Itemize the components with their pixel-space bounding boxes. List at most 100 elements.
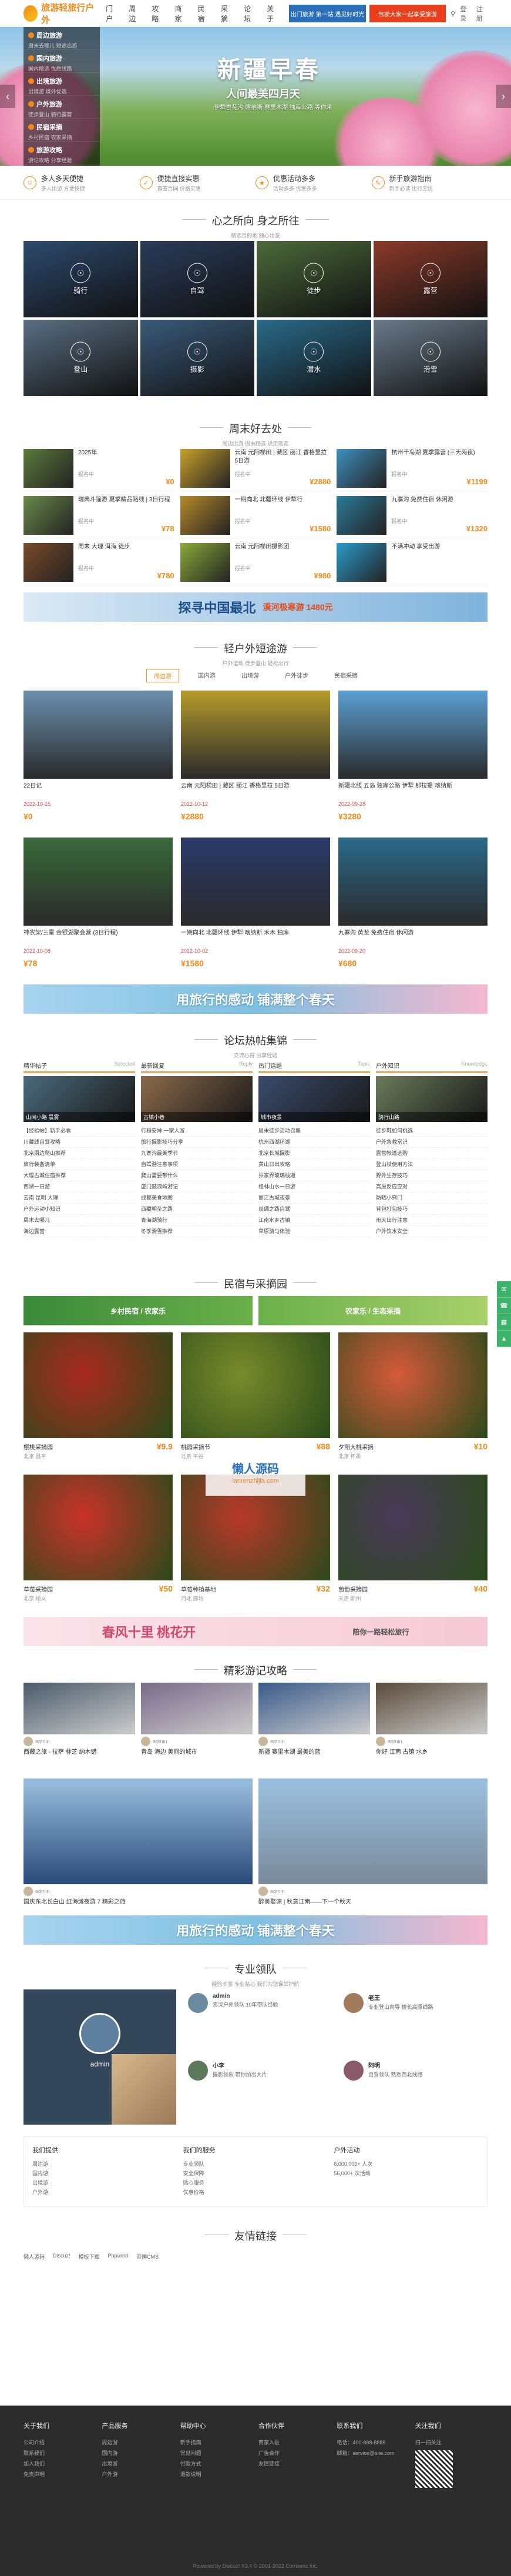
farm-category[interactable]: 农家乐 / 生态采摘 [258,1296,488,1325]
nav-item[interactable]: 论坛 [244,4,256,24]
footer-link[interactable]: 付款方式 [180,2458,253,2469]
header-ad-1[interactable]: 出门旅游 第一站 遇见好时光 [289,5,366,22]
destination-card[interactable]: ☉ 自驾 [140,241,254,317]
tab[interactable]: 户外徒步 [278,669,315,682]
route-card[interactable]: 九寨沟 黄龙 免费住宿 休闲游 2022-09-20 ¥680 [338,838,488,977]
sidebar-item[interactable]: 国内旅游 国内精选 优质线路 [23,50,100,73]
forum-thread[interactable]: 黄山日出攻略 [258,1159,370,1170]
route-card[interactable]: 神农架/三星 金银湖聚会营 (3日行程) 2022-10-08 ¥78 [23,838,173,977]
footer-link[interactable]: 国内游 [102,2448,174,2458]
service-item[interactable]: 安全保障 [183,2169,328,2178]
weekend-item[interactable]: 杭州千岛湖 夏季露营 (三天两夜) 报名中 ¥1199 [337,449,488,491]
service-item[interactable]: 户外游 [32,2188,177,2197]
prev-arrow-icon[interactable]: ‹ [0,85,15,108]
promo-banner[interactable]: 用旅行的感动 铺满整个春天 [23,1915,488,1945]
footer-link[interactable]: 户外游 [102,2469,174,2480]
qrcode-icon[interactable]: ▦ [497,1314,511,1331]
next-arrow-icon[interactable]: › [496,85,511,108]
footer-link[interactable]: 加入我们 [23,2458,96,2469]
forum-thread[interactable]: 海边露营 [23,1226,135,1237]
footer-link[interactable]: 出境游 [102,2458,174,2469]
forum-thread[interactable]: 户外运动小知识 [23,1204,135,1215]
tab[interactable]: 民宿采摘 [327,669,365,682]
nav-item[interactable]: 民宿 [198,4,210,24]
weekend-item[interactable]: 一期向北 北疆环线 伊犁行 报名中 ¥1580 [180,496,331,538]
leader-card[interactable]: 阿明 自驾领队 熟悉西北线路 [344,2061,488,2125]
friend-link[interactable]: 模板下载 [79,2253,100,2260]
chat-icon[interactable]: ✉ [497,1281,511,1298]
route-card[interactable]: 一期向北 北疆环线 伊犁 喀纳斯 禾木 独库 2022-10-02 ¥1580 [181,838,330,977]
forum-thread[interactable]: 【经验帖】新手必看 [23,1125,135,1137]
forum-thread[interactable]: 西藏朝圣之路 [141,1204,253,1215]
forum-thread[interactable]: 丝绸之路自驾 [258,1204,370,1215]
forum-thread[interactable]: 北京周边爬山推荐 [23,1148,135,1159]
leader-card[interactable]: 小李 摄影领队 带你拍出大片 [188,2061,332,2125]
footer-link[interactable]: 广告合作 [258,2448,331,2458]
sidebar-item[interactable]: 出境旅游 出境游 境外优选 [23,73,100,96]
sidebar-item[interactable]: 周边旅游 周末去哪儿 短途出游 [23,27,100,50]
forum-thread[interactable]: 桂林山水一日游 [258,1181,370,1192]
farm-card[interactable]: 樱桃采摘园 ¥9.9 北京 昌平 [23,1332,173,1468]
sidebar-item[interactable]: 户外旅游 徒步登山 骑行露营 [23,96,100,119]
nav-item[interactable]: 关于 [267,4,279,24]
forum-thread[interactable]: 雨天出行注意 [376,1215,488,1226]
hero-banner[interactable]: 新疆早春 人间最美四月天 伊犁杏花沟 喀纳斯 赛里木湖 独库公路 等你来 周边旅… [0,27,511,166]
destination-card[interactable]: ☉ 徒步 [257,241,371,317]
forum-thread[interactable]: 北京长城摄影 [258,1148,370,1159]
nav-item[interactable]: 周边 [129,4,141,24]
forum-thread[interactable]: 厦门鼓浪屿游记 [141,1181,253,1192]
forum-image[interactable]: 城市夜景 [258,1076,370,1122]
service-item[interactable]: 6,000,000+ 人次 [334,2159,479,2169]
destination-card[interactable]: ☉ 登山 [23,320,138,396]
forum-thread[interactable]: 旅行摄影技巧分享 [141,1137,253,1148]
phone-icon[interactable]: ☎ [497,1298,511,1314]
forum-thread[interactable]: 防晒小窍门 [376,1192,488,1204]
footer-link[interactable]: 常见问题 [180,2448,253,2458]
weekend-item[interactable]: 不满冲动 享受出游 [337,543,488,585]
forum-thread[interactable]: 自驾游注意事项 [141,1159,253,1170]
header-ad-2[interactable]: 驾驶大家一起享受旅游 [369,5,446,22]
forum-thread[interactable]: 徒步鞋如何挑选 [376,1125,488,1137]
forum-thread[interactable]: 行程安排 一家人游 [141,1125,253,1137]
weekend-item[interactable]: 周末 大理 洱海 徒步 报名中 ¥780 [23,543,174,585]
forum-thread[interactable]: 大理古城住宿推荐 [23,1170,135,1181]
top-icon[interactable]: ▲ [497,1331,511,1347]
search-icon[interactable]: ⚲ [451,10,455,18]
route-card[interactable]: 云南 元阳梯田 | 藏区 丽江 香格里拉 5日游 2022-10-12 ¥2880 [181,691,330,830]
register-link[interactable]: 注册 [476,4,488,23]
forum-thread[interactable]: 草原骑马体验 [258,1226,370,1237]
destination-card[interactable]: ☉ 露营 [373,241,488,317]
guide-card[interactable]: admin 西藏之旅 - 拉萨 林芝 纳木错 [23,1683,135,1774]
nav-item[interactable]: 攻略 [152,4,164,24]
farm-card[interactable]: 夕阳大桃采摘 ¥10 北京 怀柔 [338,1332,488,1468]
guide-featured-card[interactable]: admin 国庆东北长白山 红海滩夜游 7 精彩之旅 [23,1778,253,1906]
leader-card[interactable]: admin 资深户外领队 10年带队经验 [188,1993,332,2057]
tab[interactable]: 国内游 [191,669,223,682]
forum-thread[interactable]: 野外生存技巧 [376,1170,488,1181]
sidebar-item[interactable]: 旅游攻略 游记攻略 分享经验 [23,142,100,165]
forum-thread[interactable]: 露营帐篷选购 [376,1148,488,1159]
forum-thread[interactable]: 冬季滑雪推荐 [141,1226,253,1237]
destination-card[interactable]: ☉ 摄影 [140,320,254,396]
promo-banner[interactable]: 春风十里 桃花开 陪你一路轻松旅行 [23,1617,488,1646]
forum-thread[interactable]: 旅行装备清单 [23,1159,135,1170]
route-card[interactable]: 22日记 2022-10-15 ¥0 [23,691,173,830]
forum-thread[interactable]: 张家界玻璃栈道 [258,1170,370,1181]
footer-link[interactable]: 电话：400-888-8888 [337,2437,409,2448]
destination-card[interactable]: ☉ 滑雪 [373,320,488,396]
nav-item[interactable]: 门户 [106,4,118,24]
service-item[interactable]: 贴心服务 [183,2178,328,2188]
footer-link[interactable]: 免责声明 [23,2469,96,2480]
forum-thread[interactable]: 爬山需要带什么 [141,1170,253,1181]
footer-link[interactable]: 新手指南 [180,2437,253,2448]
farm-category[interactable]: 乡村民宿 / 农家乐 [23,1296,253,1325]
weekend-item[interactable]: 2025年 报名中 ¥0 [23,449,174,491]
login-link[interactable]: 登录 [460,4,471,23]
service-item[interactable]: 专业领队 [183,2159,328,2169]
footer-link[interactable]: 公司介绍 [23,2437,96,2448]
forum-thread[interactable]: 背包打包技巧 [376,1204,488,1215]
farm-card[interactable]: 桃园采摘节 ¥88 北京 平谷 [181,1332,330,1468]
forum-image[interactable]: 古镇小巷 [141,1076,253,1122]
service-item[interactable]: 出境游 [32,2178,177,2188]
promo-banner[interactable]: 用旅行的感动 铺满整个春天 [23,984,488,1014]
